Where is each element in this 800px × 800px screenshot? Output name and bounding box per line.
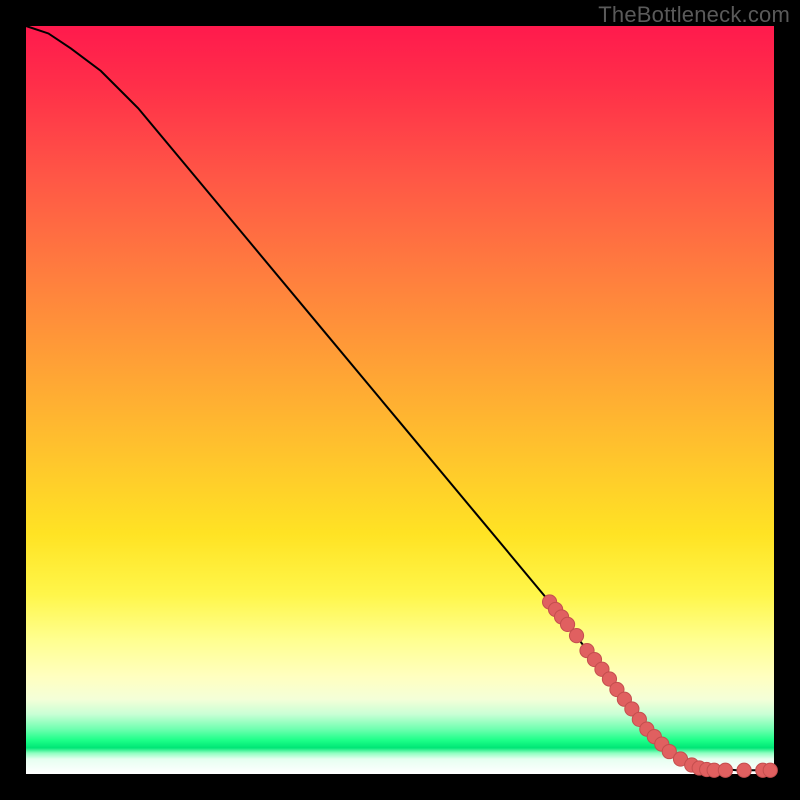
- attribution-label: TheBottleneck.com: [598, 2, 790, 28]
- chart-stage: TheBottleneck.com: [0, 0, 800, 800]
- curve-markers: [542, 595, 777, 778]
- bottleneck-curve: [26, 26, 774, 770]
- curve-marker: [737, 763, 751, 777]
- curve-marker: [718, 763, 732, 777]
- chart-overlay: [26, 26, 774, 774]
- curve-marker: [763, 763, 777, 777]
- curve-marker: [569, 629, 583, 643]
